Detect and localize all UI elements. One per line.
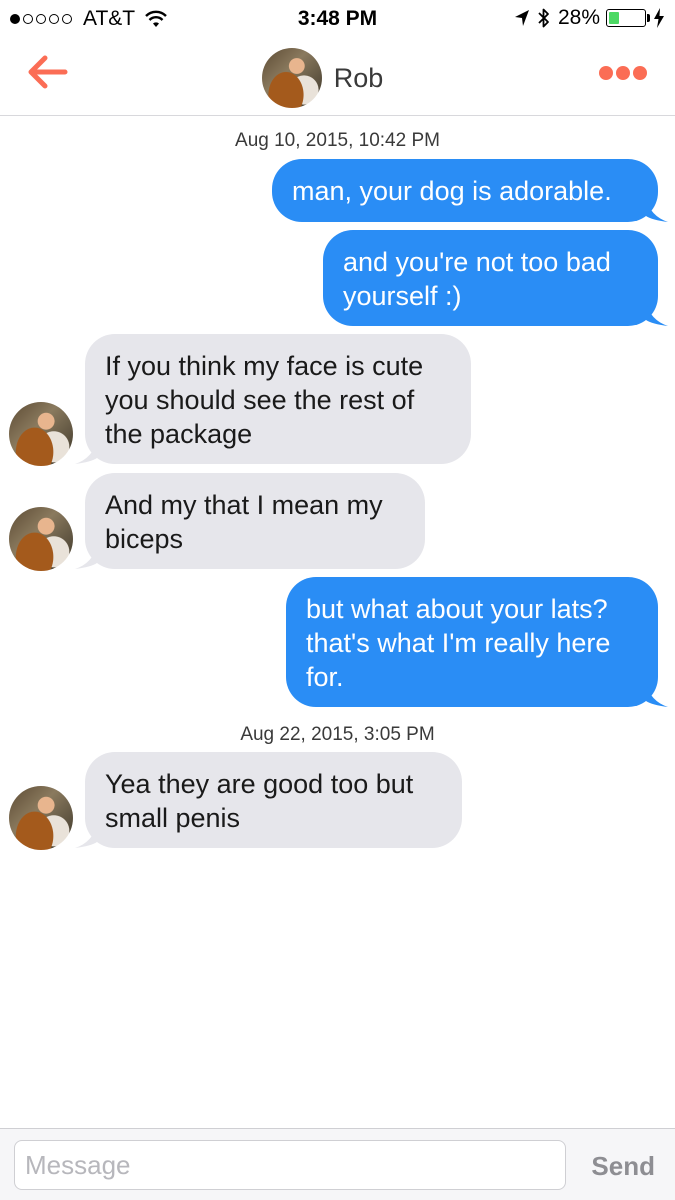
incoming-message[interactable]: And my that I mean my biceps xyxy=(85,473,425,569)
battery-percentage: 28% xyxy=(557,6,600,29)
contact-avatar[interactable] xyxy=(261,48,322,108)
message-text: Yea they are good too but small penis xyxy=(105,769,414,833)
bubble-tail xyxy=(646,198,668,222)
contact-header[interactable]: Rob xyxy=(0,48,675,108)
message-timestamp: Aug 22, 2015, 3:05 PM xyxy=(240,724,435,745)
status-right: 28% xyxy=(514,6,665,30)
bluetooth-icon xyxy=(538,8,549,28)
status-bar: AT&T 3:48 PM 28% xyxy=(0,0,675,40)
incoming-message[interactable]: Yea they are good too but small penis xyxy=(85,752,462,848)
more-options-button[interactable] xyxy=(596,66,647,80)
sender-avatar[interactable] xyxy=(9,402,73,466)
contact-name: Rob xyxy=(333,62,384,93)
bubble-tail xyxy=(75,440,97,464)
incoming-message[interactable]: If you think my face is cute you should … xyxy=(85,334,471,464)
bubble-tail xyxy=(75,545,97,569)
charging-bolt-icon xyxy=(654,8,664,28)
location-arrow-icon xyxy=(514,10,529,26)
more-dots-icon xyxy=(599,66,613,80)
sender-avatar[interactable] xyxy=(9,786,73,850)
battery-icon xyxy=(606,9,646,27)
outgoing-message[interactable]: and you're not too bad yourself :) xyxy=(323,230,658,326)
bubble-tail xyxy=(75,824,97,848)
bubble-tail xyxy=(646,302,668,326)
outgoing-message[interactable]: man, your dog is adorable. xyxy=(272,159,658,222)
message-text: If you think my face is cute you should … xyxy=(105,351,424,449)
message-text: but what about your lats? that's what I'… xyxy=(306,594,611,692)
message-timestamp: Aug 10, 2015, 10:42 PM xyxy=(235,130,440,151)
message-text: man, your dog is adorable. xyxy=(292,176,612,206)
message-text: and you're not too bad yourself :) xyxy=(343,247,611,311)
message-text: And my that I mean my biceps xyxy=(105,490,383,554)
sender-avatar[interactable] xyxy=(9,507,73,571)
message-composer: Send xyxy=(0,1128,675,1200)
outgoing-message[interactable]: but what about your lats? that's what I'… xyxy=(286,577,658,707)
bubble-tail xyxy=(646,683,668,707)
send-button[interactable]: Send xyxy=(591,1151,655,1182)
message-input[interactable] xyxy=(14,1140,566,1190)
chat-header: Rob xyxy=(0,40,675,116)
